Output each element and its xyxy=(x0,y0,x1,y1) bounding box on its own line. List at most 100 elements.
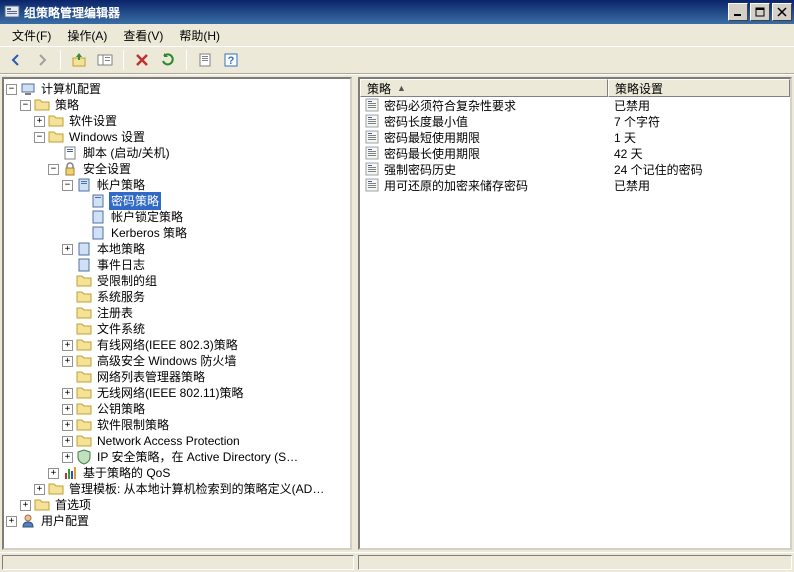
toolbar-divider xyxy=(123,50,124,70)
list-row[interactable]: 密码最长使用期限42 天 xyxy=(360,145,790,161)
tree-preferences[interactable]: + 首选项 xyxy=(6,497,350,513)
menu-file[interactable]: 文件(F) xyxy=(4,25,59,46)
book-icon xyxy=(76,177,92,193)
book-icon xyxy=(90,225,106,241)
sort-asc-icon: ▲ xyxy=(397,83,406,93)
policy-name: 密码最长使用期限 xyxy=(384,145,480,162)
shield-icon xyxy=(76,449,92,465)
tree-user-config[interactable]: + 用户配置 xyxy=(6,513,350,529)
menu-bar: 文件(F) 操作(A) 查看(V) 帮助(H) xyxy=(0,24,794,46)
status-bar xyxy=(0,552,794,572)
lock-icon xyxy=(62,161,78,177)
policy-value: 7 个字符 xyxy=(608,113,790,130)
book-icon xyxy=(76,241,92,257)
tree-wired[interactable]: + 有线网络(IEEE 802.3)策略 xyxy=(6,337,350,353)
refresh-button[interactable] xyxy=(156,48,180,72)
policy-icon xyxy=(364,177,380,193)
folder-icon xyxy=(76,401,92,417)
forward-button[interactable] xyxy=(30,48,54,72)
tree-security[interactable]: − 安全设置 xyxy=(6,161,350,177)
policy-icon xyxy=(364,145,380,161)
tree-scripts[interactable]: 脚本 (启动/关机) xyxy=(6,145,350,161)
tree-pki[interactable]: + 公钥策略 xyxy=(6,401,350,417)
book-icon xyxy=(90,209,106,225)
tree-local-policies[interactable]: + 本地策略 xyxy=(6,241,350,257)
folder-icon xyxy=(76,433,92,449)
folder-icon xyxy=(48,113,64,129)
delete-button[interactable] xyxy=(130,48,154,72)
tree-software-settings[interactable]: + 软件设置 xyxy=(6,113,350,129)
properties-button[interactable] xyxy=(193,48,217,72)
policy-name: 密码必须符合复杂性要求 xyxy=(384,97,516,114)
tree-computer-config[interactable]: − 计算机配置 xyxy=(6,81,350,97)
list-row[interactable]: 密码最短使用期限1 天 xyxy=(360,129,790,145)
folder-icon xyxy=(76,337,92,353)
toolbar: ? xyxy=(0,46,794,74)
tree-registry[interactable]: 注册表 xyxy=(6,305,350,321)
tree-restricted-groups[interactable]: 受限制的组 xyxy=(6,273,350,289)
status-left xyxy=(2,555,354,570)
maximize-button[interactable] xyxy=(750,3,770,21)
list-row[interactable]: 密码必须符合复杂性要求 已禁用 xyxy=(360,97,790,113)
book-icon xyxy=(76,257,92,273)
list-row[interactable]: 用可还原的加密来储存密码已禁用 xyxy=(360,177,790,193)
list-pane[interactable]: 策略 ▲ 策略设置 密码必须符合复杂性要求 已禁用密码长度最小值7 个字符密码最短… xyxy=(358,77,792,550)
tree-pane[interactable]: − 计算机配置 − 策略 + 软件设置 − xyxy=(2,77,352,550)
policy-value: 1 天 xyxy=(608,129,790,146)
column-setting[interactable]: 策略设置 xyxy=(608,79,790,97)
policy-icon xyxy=(364,129,380,145)
menu-action[interactable]: 操作(A) xyxy=(59,25,115,46)
title-bar: 组策略管理编辑器 xyxy=(0,0,794,24)
list-header: 策略 ▲ 策略设置 xyxy=(360,79,790,97)
tree-lockout-policy[interactable]: 帐户锁定策略 xyxy=(6,209,350,225)
list-row[interactable]: 密码长度最小值7 个字符 xyxy=(360,113,790,129)
folder-icon xyxy=(76,417,92,433)
tree-nlm[interactable]: 网络列表管理器策略 xyxy=(6,369,350,385)
column-policy[interactable]: 策略 ▲ xyxy=(360,79,608,97)
folder-icon xyxy=(76,321,92,337)
menu-help[interactable]: 帮助(H) xyxy=(171,25,228,46)
tree-qos[interactable]: + 基于策略的 QoS xyxy=(6,465,350,481)
minimize-button[interactable] xyxy=(728,3,748,21)
svg-text:?: ? xyxy=(228,55,235,67)
policy-icon xyxy=(364,113,380,129)
tree-wireless[interactable]: + 无线网络(IEEE 802.11)策略 xyxy=(6,385,350,401)
tree-adm[interactable]: + 管理模板: 从本地计算机检索到的策略定义(AD… xyxy=(6,481,350,497)
tree-password-policy[interactable]: 密码策略 xyxy=(6,193,350,209)
tree-windows-settings[interactable]: − Windows 设置 xyxy=(6,129,350,145)
close-button[interactable] xyxy=(772,3,792,21)
menu-view[interactable]: 查看(V) xyxy=(115,25,171,46)
book-icon xyxy=(90,193,106,209)
policy-icon xyxy=(364,161,380,177)
tree-policies[interactable]: − 策略 xyxy=(6,97,350,113)
script-icon xyxy=(62,145,78,161)
folder-icon xyxy=(76,289,92,305)
help-button[interactable]: ? xyxy=(219,48,243,72)
app-icon xyxy=(4,4,20,20)
user-icon xyxy=(20,513,36,529)
policy-name: 强制密码历史 xyxy=(384,161,456,178)
tree-system-services[interactable]: 系统服务 xyxy=(6,289,350,305)
folder-icon xyxy=(76,369,92,385)
toolbar-divider xyxy=(186,50,187,70)
main-area: − 计算机配置 − 策略 + 软件设置 − xyxy=(0,74,794,552)
policy-value: 已禁用 xyxy=(608,97,790,114)
tree-nap[interactable]: + Network Access Protection xyxy=(6,433,350,449)
folder-icon xyxy=(34,497,50,513)
tree-event-log[interactable]: 事件日志 xyxy=(6,257,350,273)
folder-icon xyxy=(48,481,64,497)
tree-srp[interactable]: + 软件限制策略 xyxy=(6,417,350,433)
tree-kerberos[interactable]: Kerberos 策略 xyxy=(6,225,350,241)
folder-icon xyxy=(76,353,92,369)
folder-icon xyxy=(48,129,64,145)
tree-file-system[interactable]: 文件系统 xyxy=(6,321,350,337)
back-button[interactable] xyxy=(4,48,28,72)
chart-icon xyxy=(62,465,78,481)
tree-firewall[interactable]: + 高级安全 Windows 防火墙 xyxy=(6,353,350,369)
list-row[interactable]: 强制密码历史24 个记住的密码 xyxy=(360,161,790,177)
up-button[interactable] xyxy=(67,48,91,72)
tree-ipsec[interactable]: + IP 安全策略，在 Active Directory (S… xyxy=(6,449,350,465)
tree-account-policies[interactable]: − 帐户策略 xyxy=(6,177,350,193)
splitter[interactable] xyxy=(353,75,357,552)
show-hide-tree-button[interactable] xyxy=(93,48,117,72)
